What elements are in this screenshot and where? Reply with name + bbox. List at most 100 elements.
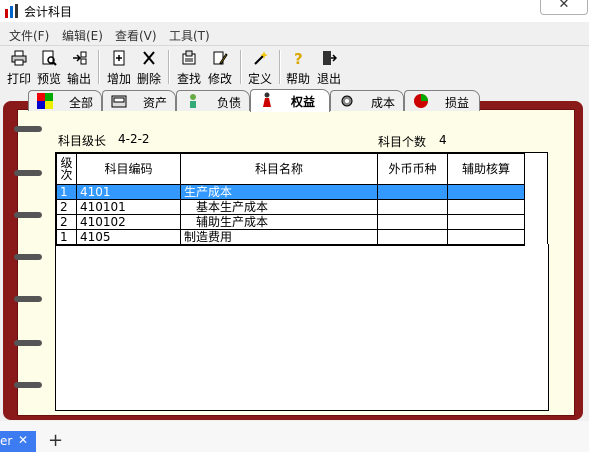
tab-equity[interactable]: 权益	[250, 89, 330, 112]
cell-level: 1	[56, 184, 77, 200]
export-icon	[73, 51, 87, 65]
cell-auxiliary	[447, 229, 525, 245]
printer-icon	[11, 50, 27, 66]
modify-label: 修改	[207, 72, 232, 86]
table-row[interactable]: 1 4105 制造费用	[56, 229, 525, 245]
cell-code: 4101	[76, 184, 181, 200]
delete-icon	[143, 51, 155, 65]
tab-assets-label: 资产	[143, 96, 168, 110]
cell-code: 4105	[76, 229, 181, 245]
delete-label: 删除	[136, 72, 161, 86]
binder-ring	[14, 170, 42, 176]
grid-frame	[523, 152, 548, 245]
gear-icon	[341, 95, 353, 107]
tab-liabilities[interactable]: 负债	[176, 90, 250, 111]
help-button[interactable]: ? 帮助	[283, 48, 313, 86]
new-tab-icon[interactable]: +	[48, 430, 63, 451]
tab-profit-loss-label: 损益	[445, 96, 470, 110]
preview-label: 预览	[36, 72, 61, 86]
cell-auxiliary	[447, 199, 525, 215]
exit-label: 退出	[316, 72, 341, 86]
svg-text:?: ?	[294, 50, 303, 66]
column-header-auxiliary[interactable]: 辅助核算	[447, 153, 525, 185]
binder-ring	[14, 296, 42, 302]
close-button[interactable]: ✕	[540, 0, 588, 15]
cell-level: 2	[56, 214, 77, 230]
find-icon	[182, 50, 196, 65]
toolbar-separator	[240, 50, 242, 84]
binder-ring	[14, 382, 42, 388]
assets-icon	[111, 95, 127, 108]
tab-profit-loss[interactable]: 损益	[404, 90, 480, 111]
cell-level: 2	[56, 199, 77, 215]
toolbar: 打印 预览 输出 增加 删除 查找 修改 定义 ? 帮助 退出	[0, 46, 589, 88]
cell-name: 基本生产成本	[180, 199, 378, 215]
tab-all[interactable]: 全部	[28, 90, 102, 111]
magic-wand-icon	[254, 51, 268, 65]
cell-name: 生产成本	[180, 184, 378, 200]
cell-currency	[377, 199, 448, 215]
preview-icon	[42, 50, 57, 66]
cell-currency	[377, 229, 448, 245]
table-row[interactable]: 2 410102 辅助生产成本	[56, 214, 525, 230]
tab-cost[interactable]: 成本	[330, 90, 404, 111]
cell-name: 辅助生产成本	[180, 214, 378, 230]
define-button[interactable]: 定义	[245, 48, 275, 86]
modify-button[interactable]: 修改	[205, 48, 235, 86]
preview-button[interactable]: 预览	[34, 48, 64, 86]
print-button[interactable]: 打印	[4, 48, 34, 86]
print-label: 打印	[6, 72, 31, 86]
binder-ring	[14, 212, 42, 218]
column-header-level[interactable]: 级 次	[56, 153, 77, 185]
tab-assets[interactable]: 资产	[102, 90, 176, 111]
window-title: 会计科目	[24, 5, 73, 19]
table-row[interactable]: 1 4101 生产成本	[56, 184, 525, 200]
find-button[interactable]: 查找	[174, 48, 204, 86]
export-button[interactable]: 输出	[64, 48, 94, 86]
modify-icon	[213, 51, 228, 65]
grid-header-row: 级 次 科目编码 科目名称 外币币种 辅助核算	[56, 153, 525, 185]
menu-edit[interactable]: 编辑(E)	[62, 27, 103, 44]
column-header-name[interactable]: 科目名称	[180, 153, 378, 185]
menu-view[interactable]: 查看(V)	[115, 27, 157, 44]
equity-person-icon	[263, 92, 271, 107]
cell-currency	[377, 184, 448, 200]
accounts-grid[interactable]: 级 次 科目编码 科目名称 外币币种 辅助核算 1 4101 生产成本 2 41…	[55, 152, 525, 246]
add-button[interactable]: 增加	[104, 48, 134, 86]
cell-level: 1	[56, 229, 77, 245]
app-logo-icon	[5, 4, 18, 18]
table-row[interactable]: 2 410101 基本生产成本	[56, 199, 525, 215]
pie-chart-icon	[414, 94, 428, 108]
add-icon	[113, 50, 125, 66]
close-tab-icon[interactable]: ✕	[18, 433, 28, 447]
menu-tools[interactable]: 工具(T)	[169, 27, 210, 44]
subject-level-value: 4-2-2	[118, 132, 150, 146]
menu-file[interactable]: 文件(F)	[9, 27, 49, 44]
add-label: 增加	[106, 72, 131, 86]
binder-ring	[14, 254, 42, 260]
title-bar: 会计科目 ✕	[0, 0, 589, 22]
tab-equity-label: 权益	[291, 95, 316, 109]
tab-cost-label: 成本	[371, 96, 396, 110]
exit-button[interactable]: 退出	[314, 48, 344, 86]
help-icon: ?	[294, 50, 303, 66]
toolbar-separator	[168, 50, 170, 84]
tab-all-label: 全部	[69, 96, 94, 110]
binder-ring	[14, 340, 42, 346]
cell-auxiliary	[447, 184, 525, 200]
column-header-code[interactable]: 科目编码	[76, 153, 181, 185]
browser-tab-title: er	[0, 434, 13, 448]
browser-tab[interactable]: er ✕	[0, 431, 36, 452]
delete-button[interactable]: 删除	[134, 48, 164, 86]
column-header-currency[interactable]: 外币币种	[377, 153, 448, 185]
category-tabs: 全部 资产 负债 权益 成本 损益	[20, 89, 490, 112]
subject-level-label: 科目级长	[58, 134, 107, 148]
subject-count-value: 4	[439, 133, 447, 147]
toolbar-separator	[98, 50, 100, 84]
subject-count-label: 科目个数	[378, 135, 427, 149]
browser-tab-strip: er ✕ +	[0, 421, 589, 452]
liabilities-icon	[190, 94, 196, 108]
export-label: 输出	[66, 72, 91, 86]
help-label: 帮助	[285, 72, 310, 86]
grid-empty-area	[55, 244, 549, 411]
